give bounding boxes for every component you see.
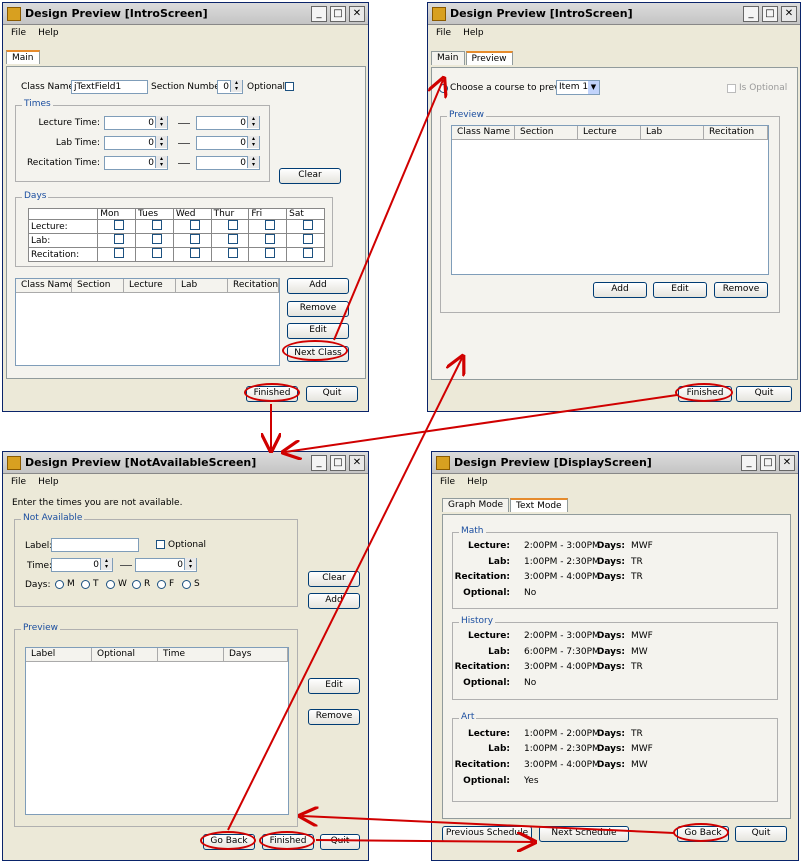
arrow-preview-finished-to-not-available — [285, 394, 678, 452]
arrow-finished-to-display — [315, 840, 533, 842]
arrow-display-go-back — [302, 816, 675, 834]
arrow-go-back-to-intro — [227, 358, 462, 831]
arrow-next-class-to-preview — [333, 80, 443, 341]
flow-arrows — [227, 0, 678, 864]
